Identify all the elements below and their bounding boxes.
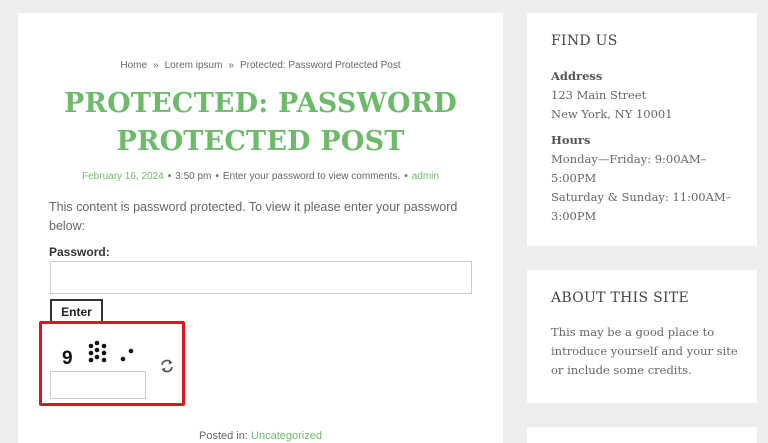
sidebar-widget-partial (527, 427, 757, 443)
breadcrumb-separator: » (153, 60, 159, 71)
about-line: This may be a good place to (551, 325, 715, 339)
about-widget: ABOUT THIS SITE This may be a good place… (527, 270, 757, 403)
author-link[interactable]: admin (412, 171, 439, 182)
post-time: 3:50 pm (175, 171, 212, 182)
posted-in-label: Posted in: (199, 430, 248, 442)
breadcrumb-separator: » (228, 60, 234, 71)
widget-title: FIND US (551, 33, 618, 49)
breadcrumb-current: Protected: Password Protected Post (239, 60, 401, 71)
find-us-widget: FIND US Address 123 Main Street New York… (527, 13, 757, 246)
post-meta: February 16, 2024 • 3:50 pm • Enter your pas… (18, 171, 503, 182)
password-label: Password: (49, 245, 110, 259)
breadcrumb: Home » Lorem ipsum » Protected: Password Pro… (18, 60, 503, 71)
comments-note: Enter your password to view comments. (222, 171, 401, 182)
hours-line: Saturday & Sunday: 11:00AM– (551, 190, 732, 204)
about-line: or include some credits. (551, 363, 692, 377)
about-line: introduce yourself and your site (551, 344, 738, 358)
widget-title: ABOUT THIS SITE (551, 290, 690, 306)
address-line: New York, NY 10001 (551, 107, 673, 121)
captcha-digit: 9 (62, 348, 73, 369)
hours-line: 5:00PM (551, 171, 597, 185)
protected-content-notice: This content is password protected. To v… (49, 200, 458, 233)
meta-separator: • (404, 171, 408, 182)
address-label: Address (551, 69, 603, 83)
captcha-input[interactable] (50, 371, 146, 399)
hours-line: Monday—Friday: 9:00AM– (551, 152, 707, 166)
category-link[interactable]: Uncategorized (251, 430, 322, 442)
main-content-card: Home » Lorem ipsum » Protected: Password Pro… (18, 13, 503, 443)
captcha-container: 9 (39, 321, 185, 406)
password-input[interactable] (50, 261, 472, 294)
post-date-link[interactable]: February 16, 2024 (82, 171, 164, 182)
breadcrumb-category-link[interactable]: Lorem ipsum (165, 60, 223, 71)
hours-label: Hours (551, 133, 591, 147)
hours-line: 3:00PM (551, 209, 597, 223)
address-line: 123 Main Street (551, 88, 647, 102)
captcha-dots-pattern (120, 348, 134, 362)
page-title-line1: PROTECTED: PASSWORD (63, 88, 458, 119)
page-title: PROTECTED: PASSWORD PROTECTED POST (58, 85, 463, 161)
page-title-line2: PROTECTED POST (116, 126, 405, 157)
captcha-image: 9 (62, 340, 134, 369)
captcha-dice-pattern (88, 340, 107, 363)
breadcrumb-home-link[interactable]: Home (120, 60, 147, 71)
refresh-captcha-icon[interactable] (159, 358, 175, 374)
posted-in: Posted in: Uncategorized (18, 430, 503, 442)
meta-separator: • (167, 171, 172, 182)
meta-separator: • (215, 171, 219, 182)
